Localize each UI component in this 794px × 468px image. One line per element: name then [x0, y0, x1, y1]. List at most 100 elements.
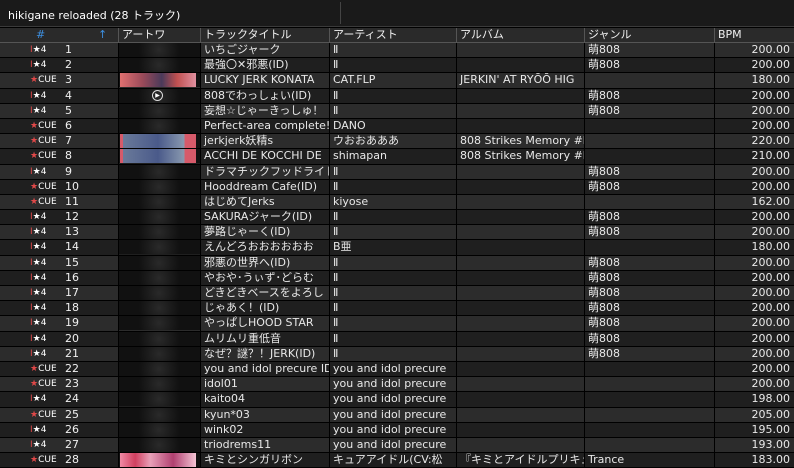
track-status[interactable]: I★4	[0, 225, 62, 239]
track-status[interactable]: ★CUE	[0, 149, 62, 163]
track-genre: 萌808	[588, 316, 620, 330]
track-number: 5	[65, 103, 72, 117]
track-status[interactable]: ★CUE	[0, 408, 62, 422]
column-genre[interactable]: ジャンル	[584, 28, 714, 42]
track-row[interactable]: ★CUE 11 はじめてJerks kiyose 162.00	[0, 194, 794, 211]
track-artist: ウおおあああ	[333, 134, 399, 148]
track-row[interactable]: I★4 14 えんどろおおおおおお B亜 180.00	[0, 240, 794, 256]
track-row[interactable]: I★4 1 いちごジャーク Ⅱ 萌808 200.00	[0, 43, 794, 59]
cell-divider	[118, 346, 119, 362]
column-title[interactable]: トラックタイトル	[200, 28, 329, 42]
cell-divider	[714, 43, 715, 58]
column-divider[interactable]	[584, 28, 585, 42]
track-status[interactable]: I★4	[0, 240, 62, 254]
track-row[interactable]: ★CUE 8 ACCHI DE KOCCHI DE shimapan 808 Strik…	[0, 149, 794, 165]
track-row[interactable]: I★4 26 wink02 you and idol precure 195.00	[0, 422, 794, 438]
track-row[interactable]: I★4 4 ▶ 808でわっしょい(ID) Ⅱ 萌808 200.00	[0, 88, 794, 104]
track-status[interactable]: I★4	[0, 347, 62, 361]
track-row[interactable]: I★4 19 やっぱしHOOD STAR Ⅱ 萌808 200.00	[0, 316, 794, 332]
track-row[interactable]: I★4 12 SAKURAジャーク(ID) Ⅱ 萌808 200.00	[0, 210, 794, 226]
track-status[interactable]: ★CUE	[0, 195, 62, 209]
cell-divider	[456, 240, 457, 256]
track-status[interactable]: ★CUE	[0, 134, 62, 148]
track-status[interactable]: I★4	[0, 332, 62, 346]
track-status[interactable]: ★CUE	[0, 180, 62, 194]
column-divider[interactable]	[200, 28, 201, 42]
track-row[interactable]: I★4 5 妄想☆じゃーきっしゅ！ Ⅱ 萌808 200.00	[0, 103, 794, 119]
track-row[interactable]: I★4 15 邪悪の世界へ(ID) Ⅱ 萌808 200.00	[0, 255, 794, 271]
track-row[interactable]: I★4 24 kaito04 you and idol precure 198.00	[0, 392, 794, 408]
track-status[interactable]: ★CUE	[0, 362, 62, 376]
track-artist: you and idol precure	[333, 407, 447, 421]
track-row[interactable]: ★CUE 3 LUCKY JERK KONATA CAT.FLP JERKIN' AT …	[0, 73, 794, 89]
track-row[interactable]: I★4 9 ドラマチックフッドライド Ⅱ 萌808 200.00	[0, 164, 794, 180]
track-bpm: 200.00	[751, 255, 791, 269]
column-divider[interactable]	[714, 28, 715, 42]
cell-divider	[118, 331, 119, 347]
column-num[interactable]: # ↑	[0, 28, 118, 42]
track-row[interactable]: ★CUE 10 Hooddream Cafe(ID) Ⅱ 萌808 200.00	[0, 179, 794, 195]
track-row[interactable]: ★CUE 7 jerkjerk妖精s ウおおあああ 808 Strikes Memory…	[0, 134, 794, 150]
track-status[interactable]: ★CUE	[0, 119, 62, 133]
track-row[interactable]: I★4 2 最強〇✕邪悪(ID) Ⅱ 萌808 200.00	[0, 58, 794, 74]
column-divider[interactable]	[118, 28, 119, 42]
artwork-placeholder-disc	[134, 437, 184, 452]
cell-divider	[456, 437, 457, 453]
track-artist: Ⅱ	[333, 179, 339, 193]
cell-divider	[714, 301, 715, 317]
column-divider[interactable]	[329, 28, 330, 42]
track-row[interactable]: I★4 20 ムリムリ重低音 Ⅱ 萌808 200.00	[0, 331, 794, 347]
track-artist: Ⅱ	[333, 301, 339, 315]
track-row[interactable]: I★4 13 夢路じゃーく(ID) Ⅱ 萌808 200.00	[0, 225, 794, 241]
cell-divider	[584, 43, 585, 58]
track-status[interactable]: I★4	[0, 43, 62, 57]
cell-divider	[584, 210, 585, 226]
track-genre	[584, 195, 714, 209]
cell-divider	[118, 88, 119, 104]
track-row[interactable]: ★CUE 22 you and idol precure ID you and ido…	[0, 361, 794, 378]
track-number: 13	[65, 225, 79, 239]
track-artwork	[118, 301, 200, 316]
track-status[interactable]: I★4	[0, 316, 62, 330]
cell-divider	[456, 255, 457, 271]
track-status[interactable]: I★4	[0, 438, 62, 452]
track-status[interactable]: ★CUE	[0, 377, 62, 391]
track-genre: 萌808	[588, 270, 620, 284]
playlist-title: hikigane reloaded (28 トラック)	[8, 9, 181, 22]
column-artist[interactable]: アーティスト	[329, 28, 456, 42]
track-number: 26	[65, 422, 79, 436]
track-row[interactable]: I★4 16 やおや･うぃず･どらむ Ⅱ 萌808 200.00	[0, 270, 794, 286]
track-title: kaito04	[204, 392, 246, 406]
sort-ascending-icon[interactable]: ↑	[98, 28, 107, 42]
track-row[interactable]: I★4 18 じゃあく！(ID) Ⅱ 萌808 200.00	[0, 301, 794, 317]
track-row[interactable]: I★4 17 どきどきベースをよろし Ⅱ 萌808 200.00	[0, 286, 794, 302]
track-row[interactable]: I★4 27 triodrems11 you and idol precure 193.…	[0, 437, 794, 454]
column-bpm[interactable]: BPM	[714, 28, 794, 42]
track-status[interactable]: I★4	[0, 423, 62, 437]
track-status[interactable]: I★4	[0, 286, 62, 300]
cell-divider	[118, 361, 119, 377]
column-artwork[interactable]: アートワ	[118, 28, 200, 42]
artwork-placeholder-disc	[134, 301, 184, 316]
play-icon[interactable]: ▶	[152, 89, 163, 101]
track-status[interactable]: I★4	[0, 392, 62, 406]
track-status[interactable]: I★4	[0, 301, 62, 315]
track-status[interactable]: ★CUE	[0, 73, 62, 87]
track-status[interactable]: I★4	[0, 256, 62, 270]
track-status[interactable]: I★4	[0, 58, 62, 72]
column-album[interactable]: アルバム	[456, 28, 584, 42]
track-status[interactable]: I★4	[0, 271, 62, 285]
track-row[interactable]: ★CUE 25 kyun*03 you and idol precure 205.00	[0, 407, 794, 423]
track-row[interactable]: ★CUE 6 Perfect-area complete! DANO 200.00	[0, 118, 794, 135]
track-row[interactable]: I★4 21 なぜ？謎？！JERK(ID) Ⅱ 萌808 200.00	[0, 346, 794, 362]
cell-divider	[329, 43, 330, 58]
track-status[interactable]: I★4	[0, 104, 62, 118]
column-divider[interactable]	[456, 28, 457, 42]
track-status[interactable]: I★4	[0, 210, 62, 224]
track-row[interactable]: ★CUE 23 idol01 you and idol precure 200.00	[0, 377, 794, 393]
cell-divider	[714, 422, 715, 438]
track-status[interactable]: ★CUE	[0, 453, 62, 467]
track-status[interactable]: I★4	[0, 89, 62, 103]
track-status[interactable]: I★4	[0, 165, 62, 179]
track-row[interactable]: ★CUE 28 キミとシンガリボン キュアアイドル(CV:松 『キミとアイドルプリキュ T…	[0, 453, 794, 468]
